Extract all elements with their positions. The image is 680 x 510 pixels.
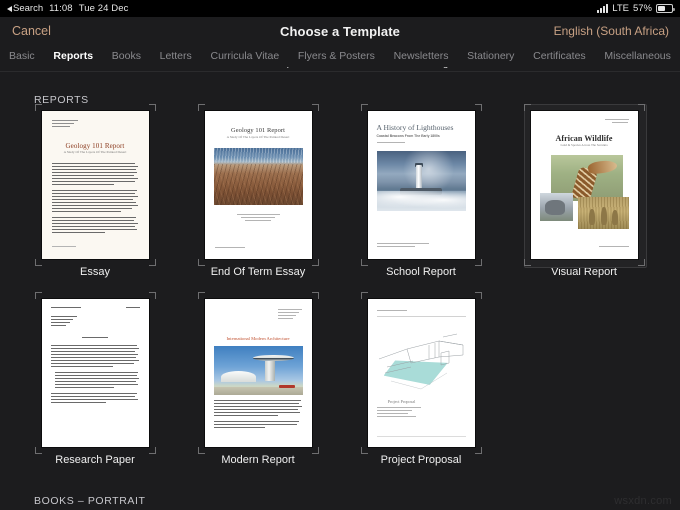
- cover-photo-architecture: [213, 346, 303, 395]
- template-scroll-area[interactable]: Blank Blank Landscape Note Taking REPORT…: [0, 67, 680, 510]
- clipped-label-blank: Blank: [25, 67, 165, 69]
- page-preview: African Wildlife Land & Species Across T…: [530, 111, 638, 259]
- template-label: School Report: [386, 266, 456, 278]
- doc-subtitle: Coastal Beacons From The Early 1800s: [376, 134, 440, 138]
- template-label: Modern Report: [221, 454, 295, 466]
- clipped-previous-row: Blank Blank Landscape Note Taking: [0, 67, 680, 72]
- template-card-visual-report[interactable]: African Wildlife Land & Species Across T…: [514, 104, 654, 278]
- battery-percent-label: 57%: [632, 3, 652, 14]
- template-thumbnail-project-proposal[interactable]: Project Proposal: [360, 292, 482, 454]
- page-preview: Geology 101 Report A Study Of The Layers…: [41, 111, 149, 259]
- status-date: Tue 24 Dec: [78, 3, 129, 14]
- tab-certificates[interactable]: Certificates: [532, 50, 587, 62]
- tab-newsletters[interactable]: Newsletters: [393, 50, 450, 62]
- template-card-school-report[interactable]: A History of Lighthouses Coastal Beacons…: [351, 104, 491, 278]
- back-triangle-icon: [7, 5, 12, 12]
- template-label: End Of Term Essay: [210, 266, 306, 278]
- cover-photo-canyon: [213, 148, 303, 205]
- clipped-label-blank-landscape: Blank Landscape: [188, 67, 328, 69]
- cover-sketch-architectural-drawing: [377, 323, 466, 395]
- doc-title: Geology 101 Report: [65, 142, 125, 150]
- doc-title: International Modern Architecture: [226, 336, 290, 341]
- battery-icon: [656, 4, 675, 13]
- tab-stationery[interactable]: Stationery: [466, 50, 515, 62]
- template-thumbnail-visual-report[interactable]: African Wildlife Land & Species Across T…: [523, 104, 647, 268]
- template-card-end-of-term-essay[interactable]: Geology 101 Report A Study Of The Layers…: [188, 104, 328, 278]
- tab-basic[interactable]: Basic: [8, 50, 36, 62]
- cover-photo-meerkats: [577, 197, 629, 229]
- page-preview: International Modern Architecture: [204, 299, 312, 447]
- cover-photo-lighthouse: [376, 151, 466, 211]
- section-heading-reports: REPORTS: [34, 94, 89, 106]
- doc-title: Geology 101 Report: [231, 127, 285, 134]
- doc-subtitle: Land & Species Across The Savanna: [560, 143, 608, 147]
- template-thumbnail-essay[interactable]: Geology 101 Report A Study Of The Layers…: [34, 104, 156, 266]
- page-preview: Geology 101 Report A Study Of The Layers…: [204, 111, 312, 259]
- carrier-label: LTE: [612, 3, 629, 14]
- template-thumbnail-modern-report[interactable]: International Modern Architecture: [197, 292, 319, 454]
- category-tab-bar: Basic Reports Books Letters Curricula Vi…: [0, 45, 680, 67]
- doc-title: African Wildlife: [555, 134, 613, 143]
- cover-photo-elephant: [539, 193, 573, 221]
- tab-letters[interactable]: Letters: [159, 50, 193, 62]
- choose-template-screen: Search 11:08 Tue 24 Dec LTE 57% Cancel C…: [0, 0, 680, 510]
- cellular-signal-icon: [597, 4, 609, 13]
- template-thumbnail-research-paper[interactable]: [34, 292, 156, 454]
- doc-subtitle: A Study Of The Layers Of The Painted Des…: [226, 135, 290, 139]
- page-preview: Project Proposal: [367, 299, 475, 447]
- doc-title: A History of Lighthouses: [376, 123, 454, 132]
- status-bar-left: Search 11:08 Tue 24 Dec: [7, 3, 128, 14]
- status-bar-right: LTE 57%: [597, 3, 675, 14]
- cancel-button[interactable]: Cancel: [12, 24, 51, 38]
- tab-miscellaneous[interactable]: Miscellaneous: [603, 50, 672, 62]
- tab-books[interactable]: Books: [111, 50, 142, 62]
- template-card-essay[interactable]: Geology 101 Report A Study Of The Layers…: [25, 104, 165, 278]
- back-label: Search: [13, 3, 44, 14]
- navigation-bar: Cancel Choose a Template English (South …: [0, 17, 680, 45]
- template-thumbnail-school-report[interactable]: A History of Lighthouses Coastal Beacons…: [360, 104, 482, 266]
- template-label: Research Paper: [55, 454, 135, 466]
- template-label: Project Proposal: [380, 454, 462, 466]
- page-preview: [41, 299, 149, 447]
- section-heading-books-portrait: BOOKS – PORTRAIT: [34, 495, 146, 507]
- template-card-project-proposal[interactable]: Project Proposal Project Proposal: [351, 292, 491, 466]
- tab-flyers-posters[interactable]: Flyers & Posters: [297, 50, 376, 62]
- tab-reports[interactable]: Reports: [52, 50, 94, 62]
- template-label: Essay: [80, 266, 110, 278]
- watermark: wsxdn.com: [614, 495, 672, 507]
- language-button[interactable]: English (South Africa): [554, 24, 669, 38]
- doc-title: Project Proposal: [387, 399, 416, 404]
- clipped-label-note-taking: Note Taking: [351, 67, 491, 69]
- page-preview: A History of Lighthouses Coastal Beacons…: [367, 111, 475, 259]
- template-thumbnail-end-of-term-essay[interactable]: Geology 101 Report A Study Of The Layers…: [197, 104, 319, 266]
- status-bar: Search 11:08 Tue 24 Dec LTE 57%: [0, 0, 680, 17]
- tab-curricula-vitae[interactable]: Curricula Vitae: [209, 50, 280, 62]
- back-to-search-button[interactable]: Search: [7, 3, 43, 14]
- status-time: 11:08: [49, 3, 73, 14]
- template-card-modern-report[interactable]: International Modern Architecture Modern…: [188, 292, 328, 466]
- doc-subtitle: A Study Of The Layers Of The Painted Des…: [63, 150, 127, 154]
- template-card-research-paper[interactable]: Research Paper: [25, 292, 165, 466]
